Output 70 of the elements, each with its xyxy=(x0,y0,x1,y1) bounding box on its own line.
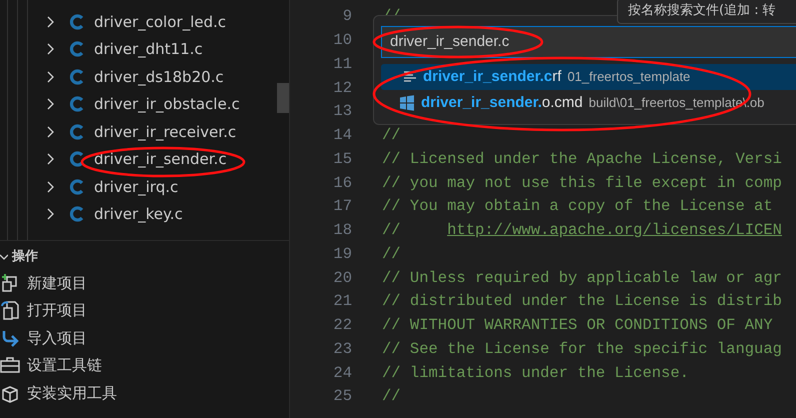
file-name[interactable]: driver_key.c xyxy=(94,203,183,226)
code-comment: // You may obtain a copy of the License at xyxy=(382,196,773,218)
line-number: 10 xyxy=(332,30,352,51)
line-number: 19 xyxy=(332,244,352,265)
line-number: 21 xyxy=(332,291,352,312)
line-number: 20 xyxy=(332,268,352,288)
chevron-right-icon[interactable] xyxy=(47,180,55,193)
windows-icon xyxy=(399,95,415,111)
code-comment: // you may not use this file except in comp xyxy=(382,172,782,194)
file-name[interactable]: driver_dht11.c xyxy=(94,38,203,60)
chevron-right-icon[interactable] xyxy=(47,16,55,28)
c-file-icon xyxy=(70,14,84,30)
file-name[interactable]: driver_irq.c xyxy=(94,176,178,198)
action-item[interactable]: 打开项目 xyxy=(27,299,87,322)
chevron-right-icon[interactable] xyxy=(47,43,55,56)
file-name[interactable]: driver_color_led.c xyxy=(94,10,226,33)
action-item[interactable]: 导入项目 xyxy=(27,326,87,349)
c-file-icon xyxy=(70,41,84,58)
result-item[interactable]: driver_ir_sender.crf 01_freertos_template xyxy=(381,64,796,90)
scrollbar-thumb[interactable] xyxy=(277,83,289,113)
line-number: 15 xyxy=(332,148,352,170)
chevron-down-icon[interactable] xyxy=(0,253,8,261)
code-comment: // limitations under the License. xyxy=(382,362,689,384)
code-comment: // WITHOUT WARRANTIES OR CONDITIONS OF ANY xyxy=(382,315,773,336)
action-item[interactable]: 设置工具链 xyxy=(27,354,102,376)
link[interactable]: http://www.apache.org/licenses/LICEN xyxy=(447,221,782,239)
line-number: 11 xyxy=(332,54,352,75)
line-number: 24 xyxy=(332,362,352,384)
line-number: 17 xyxy=(332,196,352,218)
result-file-name: driver_ir_sender.crf xyxy=(423,66,562,87)
chevron-right-icon[interactable] xyxy=(47,208,55,220)
line-number: 23 xyxy=(332,338,352,360)
line-number: 25 xyxy=(332,386,352,408)
line-number: 16 xyxy=(332,172,352,194)
line-number: 9 xyxy=(342,6,352,28)
c-file-icon xyxy=(70,124,84,140)
section-title: 操作 xyxy=(12,248,38,266)
result-path: 01_freertos_template xyxy=(567,68,690,86)
code-comment: // Licensed under the Apache License, Versi xyxy=(382,148,782,170)
file-name[interactable]: driver_ir_receiver.c xyxy=(94,120,236,143)
action-item[interactable]: 新建项目 xyxy=(27,272,87,294)
chevron-right-icon[interactable] xyxy=(47,70,55,83)
c-file-icon xyxy=(70,206,84,222)
file-name[interactable]: driver_ir_obstacle.c xyxy=(94,93,240,116)
line-number: 12 xyxy=(332,78,352,98)
code-comment: // http://www.apache.org/licenses/LICEN xyxy=(382,220,782,241)
code-comment: // Unless required by applicable law or agr xyxy=(382,268,782,288)
chevron-right-icon[interactable] xyxy=(47,126,55,138)
code-comment: // xyxy=(382,244,401,265)
text-file-icon xyxy=(403,71,417,83)
line-number: 18 xyxy=(332,220,352,241)
result-file-name: driver_ir_sender.o.cmd xyxy=(421,92,583,113)
line-number: 14 xyxy=(332,125,352,146)
file-name[interactable]: driver_ds18b20.c xyxy=(94,66,224,88)
c-file-icon xyxy=(70,96,84,112)
chevron-right-icon[interactable] xyxy=(47,153,55,166)
c-file-icon xyxy=(70,151,84,168)
code-comment: // xyxy=(382,125,401,146)
action-item[interactable]: 安装实用工具 xyxy=(27,382,117,404)
toolbox-icon xyxy=(0,355,20,376)
code-comment: // distributed under the License is distrib xyxy=(382,291,782,312)
chevron-right-icon[interactable] xyxy=(47,98,55,110)
search-field[interactable]: driver_ir_sender.c xyxy=(381,26,796,58)
code-comment: // xyxy=(382,386,401,408)
line-number: 22 xyxy=(332,315,352,336)
c-file-icon xyxy=(70,178,84,195)
c-file-icon xyxy=(70,68,84,85)
line-number: 13 xyxy=(332,101,352,122)
tooltip: 按名称搜索文件(追加 : 转 xyxy=(617,0,796,24)
code-comment: // See the License for the specific languag xyxy=(382,338,782,360)
